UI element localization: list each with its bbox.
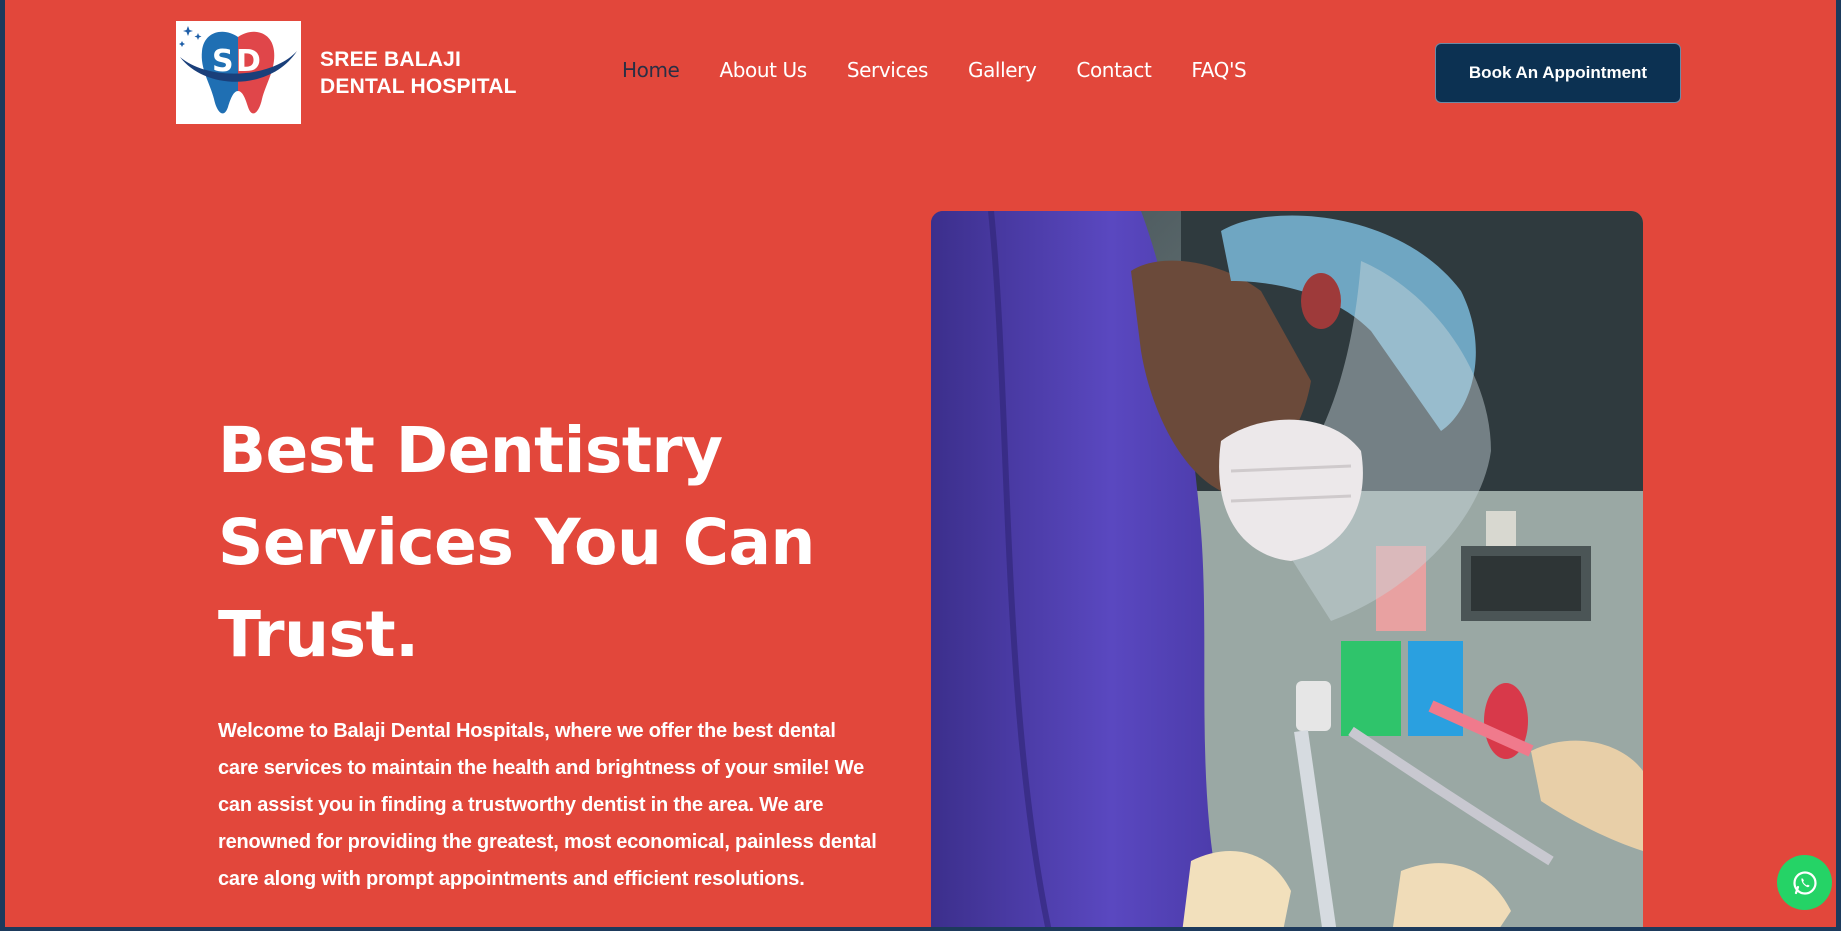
nav-home[interactable]: Home bbox=[622, 58, 680, 82]
page: S D SREE BALAJI DENTAL HOSPITAL Home Abo… bbox=[5, 0, 1836, 927]
hero-description: Welcome to Balaji Dental Hospitals, wher… bbox=[218, 720, 877, 890]
nav-about-us[interactable]: About Us bbox=[719, 58, 807, 82]
main-nav: Home About Us Services Gallery Contact F… bbox=[622, 58, 1286, 82]
brand-line-1: SREE BALAJI bbox=[320, 48, 462, 71]
brand-logo[interactable]: S D bbox=[176, 21, 301, 124]
book-appointment-button[interactable]: Book An Appointment bbox=[1435, 43, 1681, 103]
brand-line-2: DENTAL HOSPITAL bbox=[320, 75, 517, 98]
nav-faqs[interactable]: FAQ'S bbox=[1191, 58, 1246, 82]
dentist-illustration bbox=[931, 211, 1643, 927]
nav-contact[interactable]: Contact bbox=[1076, 58, 1151, 82]
brand-name[interactable]: SREE BALAJI DENTAL HOSPITAL bbox=[320, 46, 517, 100]
whatsapp-button[interactable] bbox=[1777, 855, 1832, 910]
nav-gallery[interactable]: Gallery bbox=[968, 58, 1037, 82]
dentist-photo bbox=[931, 211, 1643, 927]
tooth-logo-icon: S D bbox=[179, 26, 297, 114]
hero-title: Best Dentistry Services You Can Trust. bbox=[218, 414, 815, 671]
nav-services[interactable]: Services bbox=[847, 58, 929, 82]
whatsapp-icon bbox=[1792, 870, 1817, 895]
